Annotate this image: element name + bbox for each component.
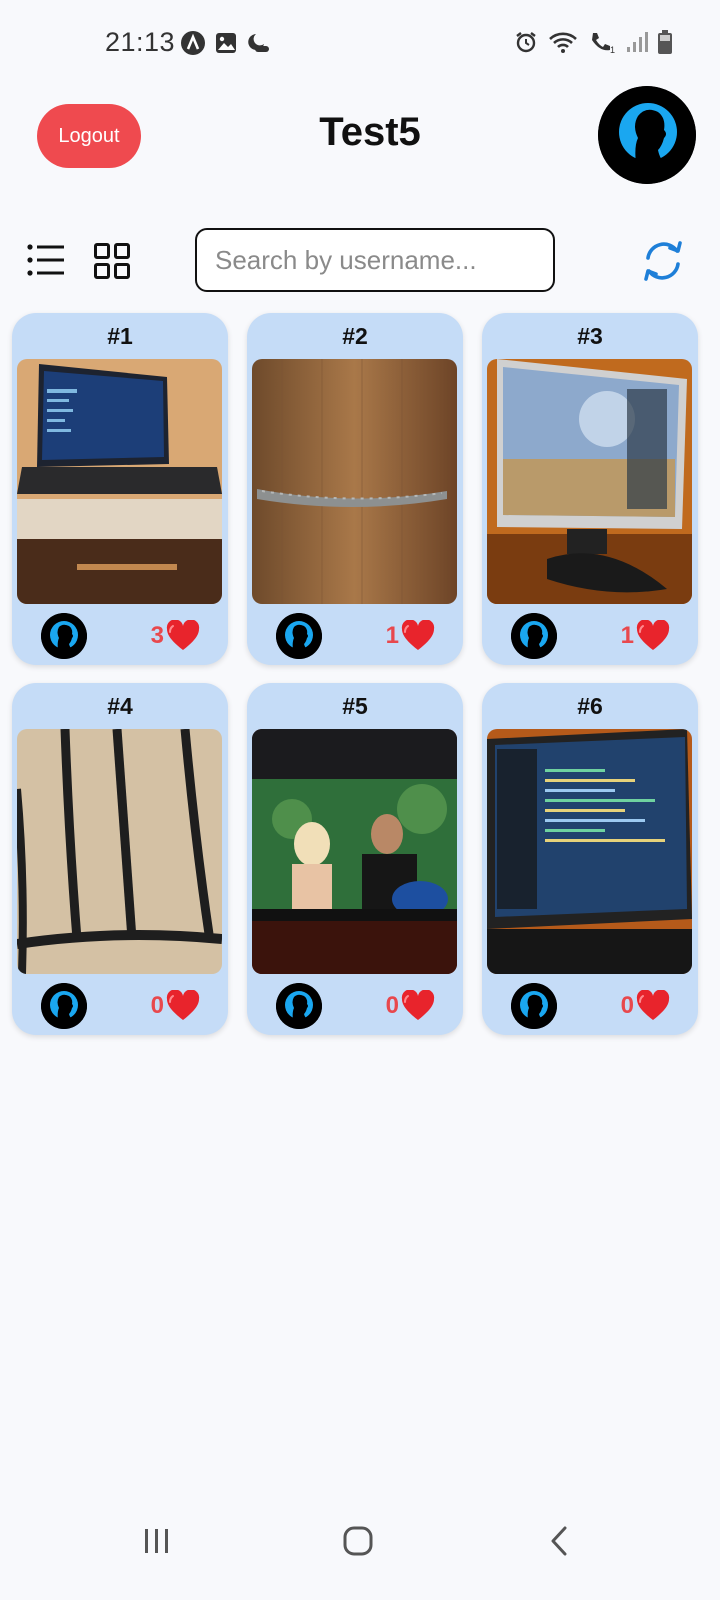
like-button[interactable]: 0 [621,988,670,1024]
post-number: #2 [342,323,368,349]
refresh-icon [644,241,682,281]
user-silhouette-icon [511,983,557,1029]
list-view-button[interactable] [27,243,65,277]
gallery-icon [216,33,236,53]
battery-icon [658,30,672,54]
like-button[interactable]: 0 [386,988,435,1024]
like-button[interactable]: 1 [621,618,670,654]
alarm-icon [516,32,536,53]
grid-icon [94,243,130,279]
like-button[interactable]: 1 [386,618,435,654]
heart-icon [401,990,435,1022]
post-number: #4 [107,693,133,719]
status-left-icons [180,30,272,56]
post-card[interactable]: #4 0 [12,683,228,1035]
status-bar: 21:13 1 [0,0,720,86]
heart-icon [166,990,200,1022]
like-count: 0 [385,992,399,1019]
author-avatar[interactable] [276,613,322,659]
heart-icon [166,620,200,652]
home-button[interactable] [343,1526,373,1556]
user-silhouette-icon [511,613,557,659]
like-button[interactable]: 0 [151,988,200,1024]
refresh-button[interactable] [640,238,686,284]
home-icon [343,1526,373,1556]
post-card[interactable]: #6 0 [482,683,698,1035]
heart-icon [636,620,670,652]
post-image[interactable] [17,729,222,974]
status-time: 21:13 [105,27,176,57]
status-right-icons: 1 [514,30,672,54]
post-number: #1 [107,323,133,349]
svg-text:1: 1 [610,45,615,54]
profile-avatar[interactable] [598,86,696,184]
recent-apps-button[interactable] [143,1528,171,1554]
post-card[interactable]: #5 0 [247,683,463,1035]
like-count: 3 [150,622,164,649]
post-image[interactable] [487,729,692,974]
post-card[interactable]: #3 1 [482,313,698,665]
heart-icon [401,620,435,652]
author-avatar[interactable] [511,983,557,1029]
wifi-icon [549,32,577,53]
author-avatar[interactable] [511,613,557,659]
back-button[interactable] [550,1526,568,1556]
signal-icon [627,32,648,52]
like-count: 1 [385,622,399,649]
volte-call-icon: 1 [592,33,615,54]
post-image[interactable] [487,359,692,604]
app-screen: 21:13 1 Logout Test5 Search by username.… [0,0,720,1600]
post-number: #5 [342,693,368,719]
user-silhouette-icon [598,86,696,184]
author-avatar[interactable] [41,613,87,659]
back-icon [551,1526,567,1556]
recent-apps-icon [145,1529,168,1553]
user-silhouette-icon [276,613,322,659]
weather-icon [248,34,269,52]
post-number: #3 [577,323,603,349]
post-card[interactable]: #1 3 [12,313,228,665]
like-count: 1 [620,622,634,649]
heart-icon [636,990,670,1022]
user-silhouette-icon [276,983,322,1029]
post-image[interactable] [17,359,222,604]
post-image[interactable] [252,359,457,604]
like-count: 0 [150,992,164,1019]
navigation-bar [0,1510,720,1600]
search-input[interactable] [195,228,555,292]
like-button[interactable]: 3 [151,618,200,654]
author-avatar[interactable] [276,983,322,1029]
notification-a-icon [181,31,205,55]
grid-view-button[interactable] [94,243,130,279]
list-icon [27,244,64,276]
post-card[interactable]: #2 1 [247,313,463,665]
post-number: #6 [577,693,603,719]
post-image[interactable] [252,729,457,974]
user-silhouette-icon [41,613,87,659]
author-avatar[interactable] [41,983,87,1029]
like-count: 0 [620,992,634,1019]
user-silhouette-icon [41,983,87,1029]
